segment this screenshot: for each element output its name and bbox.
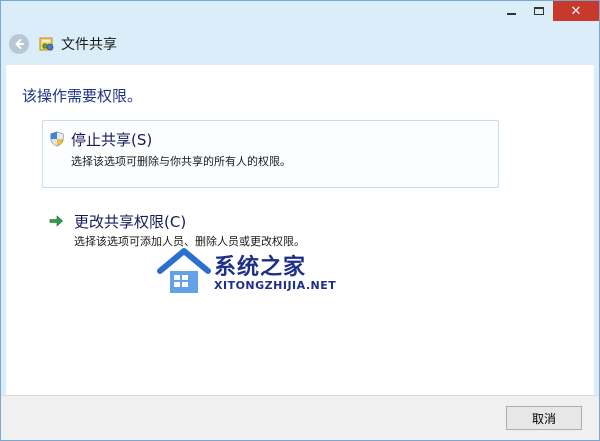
maximize-icon	[534, 7, 544, 15]
close-icon: ✕	[570, 3, 582, 19]
minimize-icon	[506, 13, 516, 15]
cancel-button[interactable]: 取消	[506, 406, 582, 430]
stop-sharing-description: 选择该选项可删除与你共享的所有人的权限。	[71, 155, 291, 168]
back-button[interactable]	[9, 34, 29, 54]
watermark-subtext: XITONGZHIJIA.NET	[214, 279, 337, 292]
dialog-footer: 取消	[1, 395, 599, 440]
dialog-title: 文件共享	[61, 37, 117, 53]
green-arrow-icon	[49, 215, 63, 227]
stop-sharing-option[interactable]: 停止共享(S) 选择该选项可删除与你共享的所有人的权限。	[42, 120, 499, 188]
uac-shield-icon	[50, 131, 64, 147]
stop-sharing-title: 停止共享(S)	[71, 131, 153, 149]
instruction-heading: 该操作需要权限。	[22, 87, 143, 105]
title-bar[interactable]: ✕	[1, 1, 599, 23]
change-permissions-title: 更改共享权限(C)	[74, 213, 187, 231]
dialog-header: 文件共享	[1, 23, 599, 65]
back-arrow-icon	[15, 39, 24, 49]
content-panel: 该操作需要权限。 停止共享(S) 选择该选项可删除与你共享的所有人的权限。 更改…	[6, 65, 594, 395]
file-sharing-window: ✕ 文件共享 该操作需要权限。 停止共享(S) 选择该选项可删除与你共享的所有人…	[0, 0, 600, 441]
minimize-button[interactable]	[497, 1, 525, 21]
change-permissions-description: 选择该选项可添加人员、删除人员或更改权限。	[74, 235, 305, 248]
file-sharing-icon	[39, 37, 54, 51]
maximize-button[interactable]	[525, 1, 553, 21]
change-permissions-option[interactable]: 更改共享权限(C) 选择该选项可添加人员、删除人员或更改权限。	[42, 205, 499, 265]
close-button[interactable]: ✕	[553, 1, 599, 21]
window-controls: ✕	[497, 1, 599, 21]
